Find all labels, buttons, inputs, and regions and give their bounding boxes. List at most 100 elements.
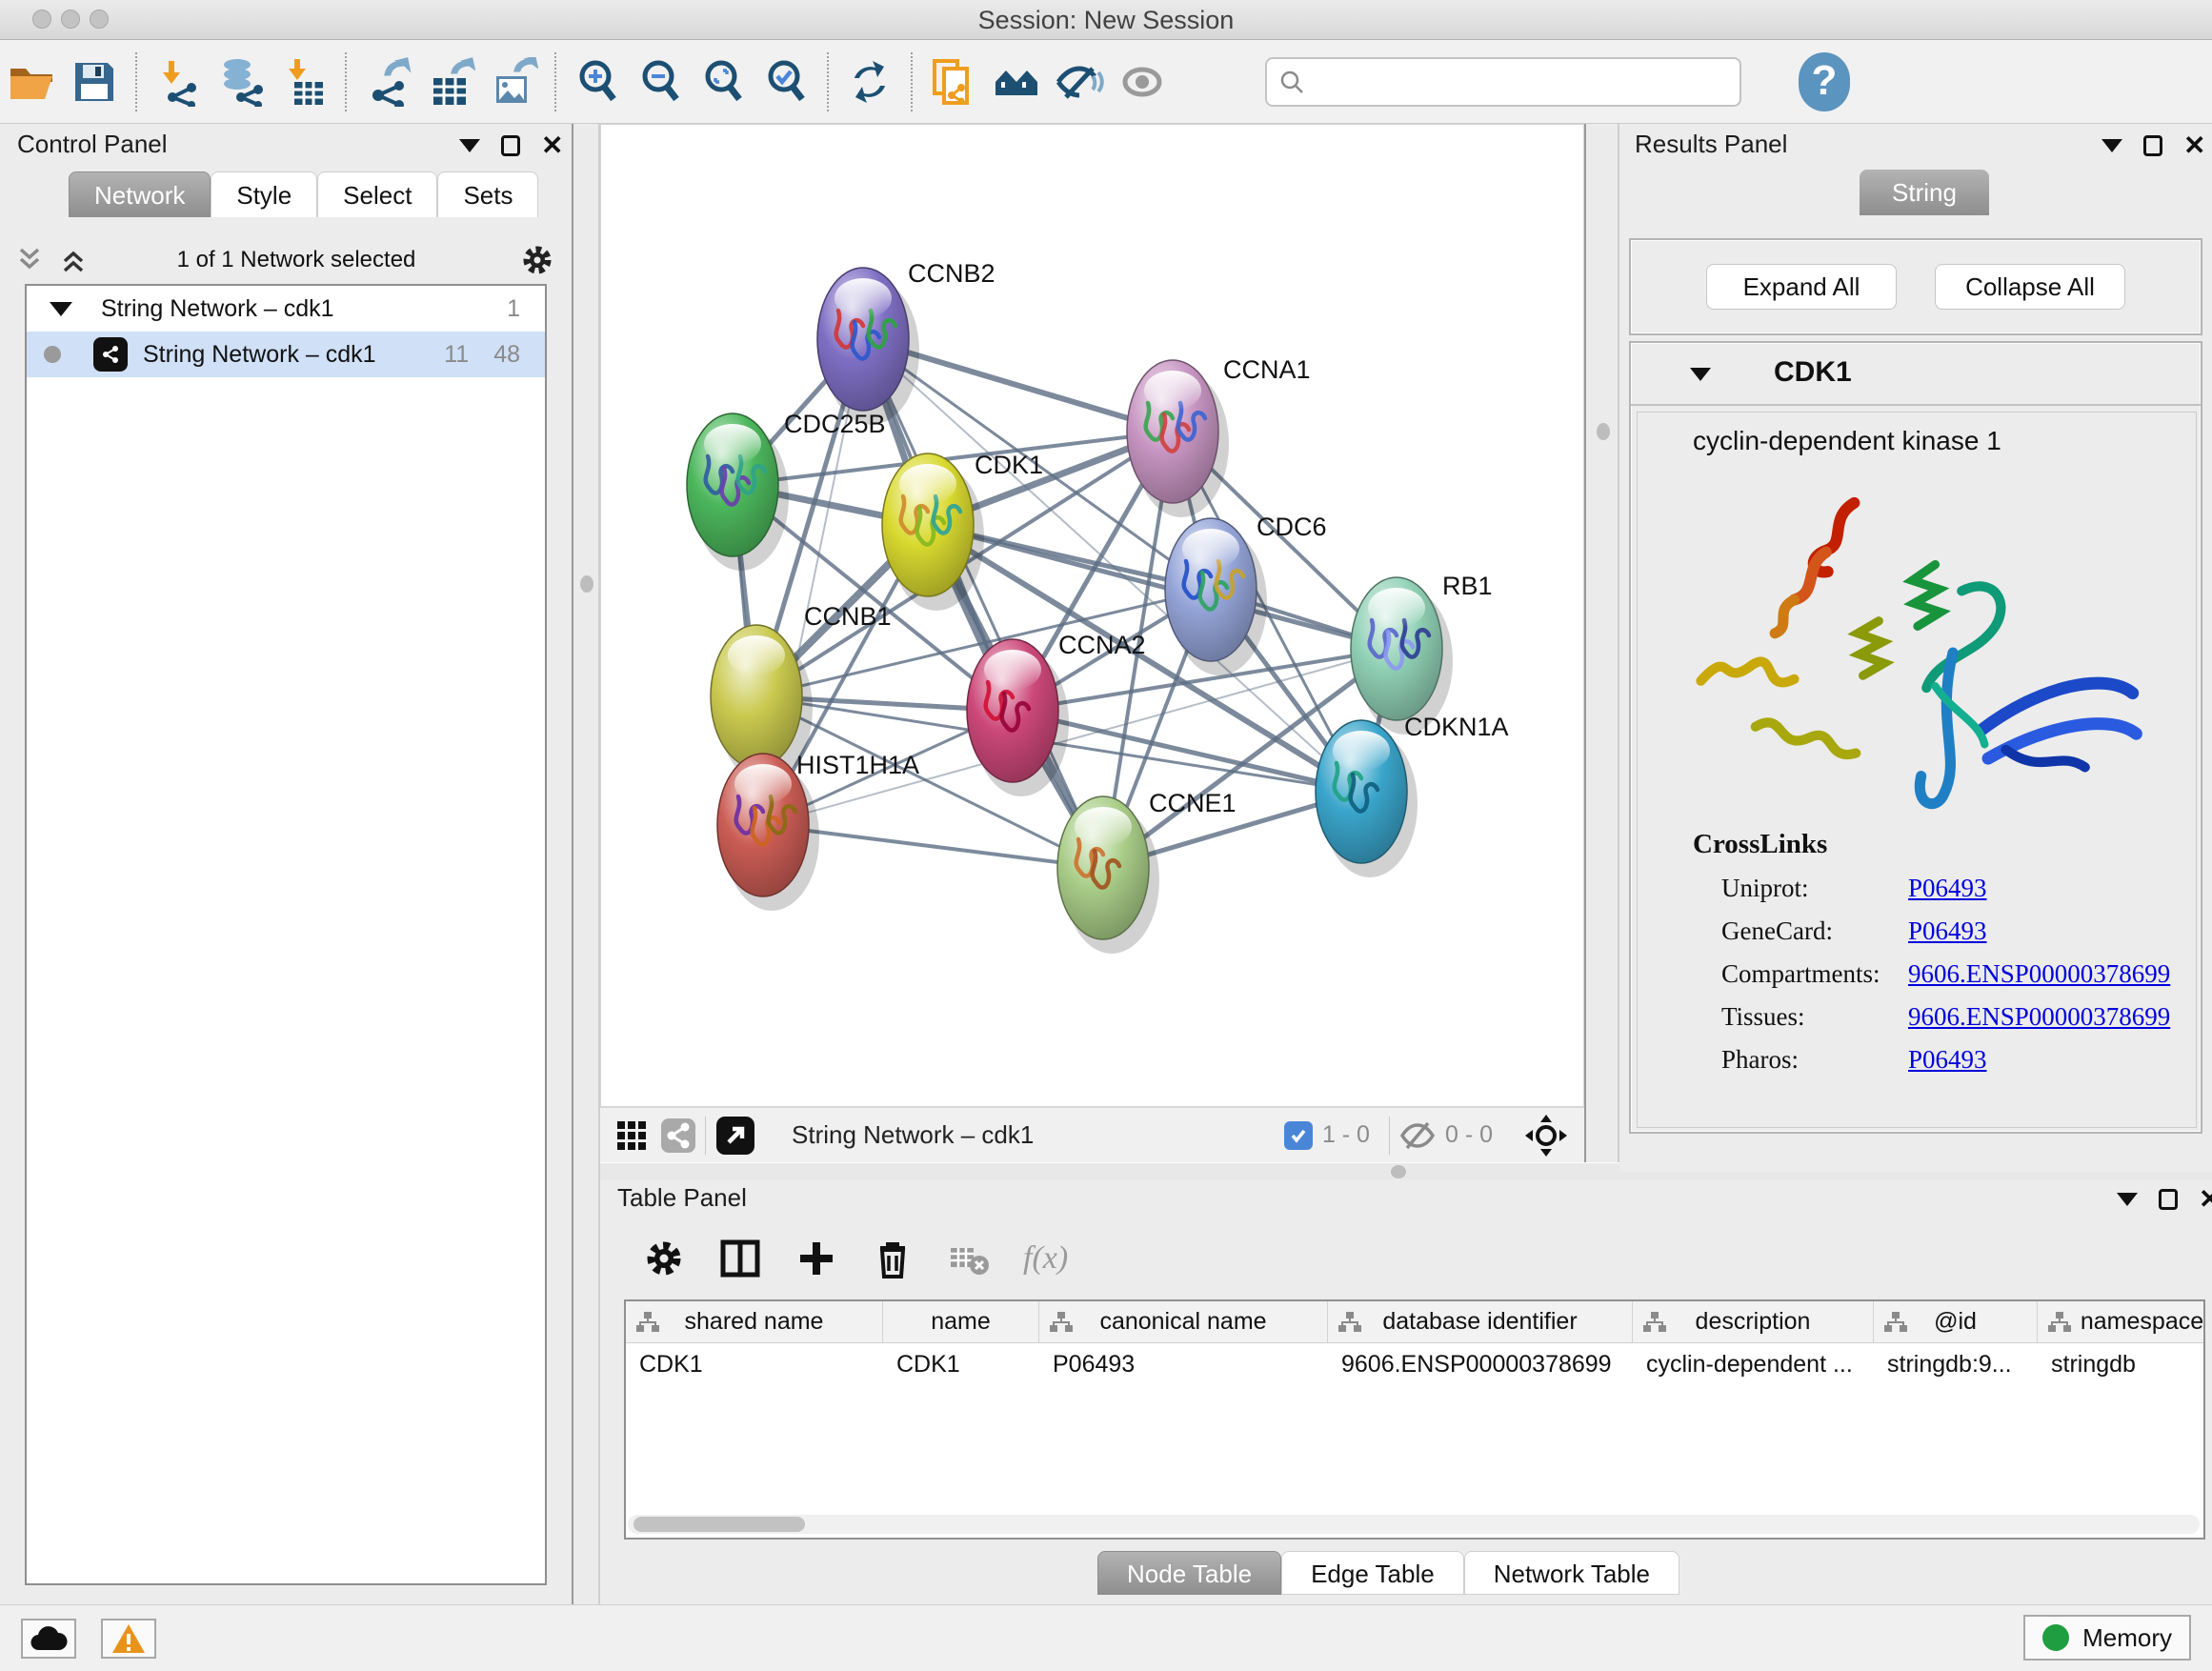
network-graph[interactable]: CCNB2CCNA1CDC25BCDK1CDC6RB1CCNB1CCNA2CDK… bbox=[601, 125, 1583, 1106]
horizontal-scrollbar[interactable] bbox=[628, 1515, 2200, 1534]
float-panel-icon[interactable] bbox=[501, 135, 520, 156]
close-panel-icon[interactable]: ✕ bbox=[2183, 135, 2205, 156]
network-node-CCNE1[interactable]: CCNE1 bbox=[1057, 789, 1237, 954]
network-collection-row[interactable]: String Network – cdk1 1 bbox=[27, 286, 545, 332]
collapse-panel-icon[interactable] bbox=[2117, 1193, 2138, 1206]
column-header-shared-name[interactable]: shared name bbox=[626, 1301, 883, 1342]
column-header-canonical-name[interactable]: canonical name bbox=[1039, 1301, 1328, 1342]
table-cell[interactable]: stringdb bbox=[2038, 1343, 2205, 1385]
hide-selected-button[interactable] bbox=[1048, 51, 1111, 112]
crosslink-link[interactable]: P06493 bbox=[1908, 1045, 1987, 1075]
network-node-CDKN1A[interactable]: CDKN1A bbox=[1316, 713, 1509, 877]
birdseye-grid-icon[interactable] bbox=[615, 1119, 648, 1152]
tab-style[interactable]: Style bbox=[211, 171, 317, 217]
delete-table-icon[interactable] bbox=[947, 1237, 991, 1280]
crosslink-link[interactable]: 9606.ENSP00000378699 bbox=[1908, 1002, 2170, 1032]
save-session-button[interactable] bbox=[63, 51, 126, 112]
warnings-button[interactable] bbox=[101, 1619, 156, 1659]
help-button[interactable]: ? bbox=[1799, 52, 1850, 111]
selected-checkbox-icon[interactable] bbox=[1284, 1121, 1313, 1150]
zoom-out-button[interactable] bbox=[629, 51, 692, 112]
cloud-status-button[interactable] bbox=[21, 1619, 76, 1659]
export-view-icon[interactable] bbox=[715, 1116, 755, 1156]
titlebar: Session: New Session bbox=[0, 0, 2212, 40]
crosslink-link[interactable]: 9606.ENSP00000378699 bbox=[1908, 959, 2170, 989]
pan-crosshair-icon[interactable] bbox=[1525, 1115, 1567, 1157]
import-network-file-button[interactable] bbox=[147, 51, 210, 112]
collapse-panel-icon[interactable] bbox=[2101, 139, 2122, 152]
scrollbar-thumb[interactable] bbox=[633, 1517, 805, 1532]
network-node-RB1[interactable]: RB1 bbox=[1351, 572, 1493, 735]
zoom-selected-button[interactable] bbox=[754, 51, 817, 112]
splitter-handle[interactable] bbox=[1597, 423, 1610, 440]
float-panel-icon[interactable] bbox=[2159, 1189, 2178, 1210]
collapse-all-button[interactable]: Collapse All bbox=[1935, 264, 2125, 310]
splitter-handle[interactable] bbox=[1391, 1165, 1406, 1178]
crosslink-link[interactable]: P06493 bbox=[1908, 916, 1987, 946]
tab-select[interactable]: Select bbox=[317, 171, 437, 217]
gear-icon[interactable] bbox=[520, 243, 554, 277]
table-cell[interactable]: 9606.ENSP00000378699 bbox=[1328, 1343, 1633, 1385]
new-network-from-selection-button[interactable] bbox=[922, 51, 985, 112]
column-header-namespace[interactable]: namespace bbox=[2038, 1301, 2205, 1342]
export-table-button[interactable] bbox=[419, 51, 482, 112]
hidden-eye-slash-icon[interactable] bbox=[1399, 1119, 1436, 1152]
column-header-description[interactable]: description bbox=[1633, 1301, 1874, 1342]
table-cell[interactable]: P06493 bbox=[1039, 1343, 1328, 1385]
table-gear-icon[interactable] bbox=[642, 1237, 686, 1280]
gene-section-header[interactable]: CDK1 bbox=[1631, 343, 2201, 406]
import-table-file-button[interactable] bbox=[272, 51, 335, 112]
search-input[interactable] bbox=[1305, 69, 1715, 95]
network-node-CCNB2[interactable]: CCNB2 bbox=[817, 259, 995, 425]
show-all-button[interactable] bbox=[1111, 51, 1174, 112]
tab-sets[interactable]: Sets bbox=[437, 171, 538, 217]
collapse-all-icon[interactable] bbox=[15, 246, 44, 274]
table-cell[interactable]: stringdb:9... bbox=[1874, 1343, 2038, 1385]
expand-all-button[interactable]: Expand All bbox=[1706, 264, 1897, 310]
apply-layout-button[interactable] bbox=[838, 51, 901, 112]
tab-network-table[interactable]: Network Table bbox=[1464, 1551, 1679, 1595]
tab-network[interactable]: Network bbox=[69, 171, 211, 217]
right-splitter[interactable] bbox=[1584, 124, 1619, 1162]
left-splitter[interactable] bbox=[572, 124, 600, 1604]
network-node-CDC25B[interactable]: CDC25B bbox=[687, 410, 886, 571]
table-cell[interactable]: cyclin-dependent ... bbox=[1633, 1343, 1874, 1385]
column-header-database-identifier[interactable]: database identifier bbox=[1328, 1301, 1633, 1342]
expand-all-icon[interactable] bbox=[59, 246, 88, 274]
table-cell[interactable]: CDK1 bbox=[883, 1343, 1039, 1385]
first-neighbors-button[interactable] bbox=[985, 51, 1048, 112]
tab-string[interactable]: String bbox=[1860, 170, 1989, 215]
function-builder-icon[interactable]: f(x) bbox=[1023, 1240, 1068, 1277]
import-network-database-button[interactable] bbox=[210, 51, 272, 112]
memory-button[interactable]: Memory bbox=[2023, 1615, 2191, 1661]
show-columns-icon[interactable] bbox=[718, 1237, 762, 1280]
section-expanded-icon[interactable] bbox=[1690, 368, 1711, 381]
close-panel-icon[interactable]: ✕ bbox=[541, 135, 563, 156]
table-row[interactable]: CDK1CDK1P064939606.ENSP00000378699cyclin… bbox=[626, 1343, 2203, 1385]
column-header-name[interactable]: name bbox=[883, 1301, 1039, 1342]
table-cell[interactable]: CDK1 bbox=[626, 1343, 883, 1385]
tab-node-table[interactable]: Node Table bbox=[1097, 1551, 1281, 1595]
network-row[interactable]: String Network – cdk1 11 48 bbox=[27, 332, 545, 377]
float-panel-icon[interactable] bbox=[2143, 135, 2162, 156]
zoom-fit-button[interactable] bbox=[692, 51, 754, 112]
column-header--id[interactable]: @id bbox=[1874, 1301, 2038, 1342]
export-network-button[interactable] bbox=[356, 51, 419, 112]
collapse-panel-icon[interactable] bbox=[459, 139, 480, 152]
network-canvas[interactable]: CCNB2CCNA1CDC25BCDK1CDC6RB1CCNB1CCNA2CDK… bbox=[600, 124, 1584, 1107]
add-column-icon[interactable] bbox=[794, 1237, 838, 1280]
export-image-button[interactable] bbox=[482, 51, 545, 112]
crosslink-row: Uniprot:P06493 bbox=[1721, 874, 2196, 903]
network-node-CCNA1[interactable]: CCNA1 bbox=[1127, 355, 1311, 517]
splitter-handle[interactable] bbox=[580, 575, 593, 593]
delete-column-icon[interactable] bbox=[871, 1237, 915, 1280]
zoom-in-button[interactable] bbox=[566, 51, 629, 112]
expanded-triangle-icon[interactable] bbox=[50, 302, 72, 316]
crosslink-link[interactable]: P06493 bbox=[1908, 874, 1987, 903]
close-panel-icon[interactable]: ✕ bbox=[2199, 1189, 2212, 1210]
tab-edge-table[interactable]: Edge Table bbox=[1281, 1551, 1464, 1595]
network-node-CDC6[interactable]: CDC6 bbox=[1165, 513, 1327, 675]
network-share-icon[interactable] bbox=[661, 1118, 695, 1153]
network-node-HIST1H1A[interactable]: HIST1H1A bbox=[717, 751, 919, 911]
open-session-button[interactable] bbox=[0, 51, 63, 112]
